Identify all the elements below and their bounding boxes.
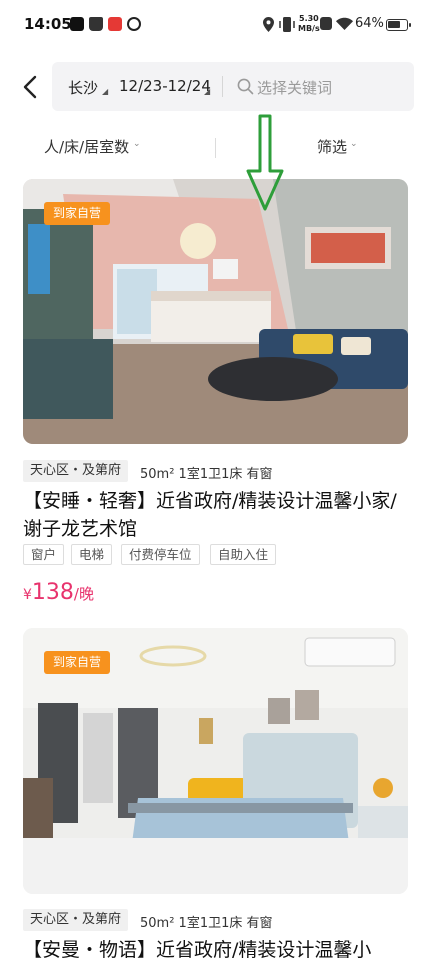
notification-icon (320, 17, 332, 30)
city-caret-icon: ◢ (102, 87, 109, 96)
date-selector[interactable]: 12/23-12/24 (119, 77, 211, 95)
listing-title[interactable]: 【安曼・物语】近省政府/精装设计温馨小 (23, 936, 413, 964)
vibrate-icon (279, 17, 295, 32)
price-unit: /晚 (73, 585, 94, 603)
price-currency: ¥ (23, 587, 32, 603)
room-meta: 50m² 1室1卫1床 有窗 (140, 916, 273, 931)
chevron-down-icon: ⌄ (350, 139, 358, 149)
browser-icon (127, 17, 141, 31)
feature-tag: 电梯 (71, 544, 113, 565)
video-app-icon (108, 17, 122, 31)
battery-icon (386, 19, 411, 31)
chevron-down-icon: ⌄ (133, 139, 141, 149)
wifi-icon (336, 17, 353, 30)
filter-guests-beds-rooms[interactable]: 人/床/居室数 (44, 136, 129, 157)
listing-photo[interactable]: 到家自营 (23, 179, 408, 444)
city-selector[interactable]: 长沙 (68, 77, 98, 98)
search-divider (222, 76, 223, 97)
date-caret-icon: ◢ (204, 87, 211, 96)
listing-photo[interactable]: 到家自营 (23, 628, 408, 894)
district-tag: 天心区・及第府 (23, 909, 129, 931)
listing-price: ¥138/晚 (23, 580, 94, 605)
annotation-arrow-icon (246, 114, 284, 211)
location-icon (263, 17, 274, 32)
search-icon (237, 78, 254, 95)
price-value: 138 (31, 580, 74, 605)
search-bar[interactable]: 长沙 ◢ 12/23-12/24 ◢ 选择关键词 (52, 62, 414, 111)
status-time: 14:05 (24, 15, 72, 33)
status-bar: 14:05 5.30 MB/s 64% (0, 0, 432, 52)
listing-title[interactable]: 【安睡・轻奢】近省政府/精装设计温馨小家/谢子龙艺术馆 (23, 487, 413, 543)
feature-tag: 付费停车位 (121, 544, 200, 565)
self-operated-badge: 到家自营 (44, 202, 111, 225)
room-meta: 50m² 1室1卫1床 有窗 (140, 467, 273, 482)
feature-tag: 自助入住 (210, 544, 277, 565)
keyword-input[interactable]: 选择关键词 (257, 77, 332, 98)
self-operated-badge: 到家自营 (44, 651, 111, 674)
crown-icon (89, 17, 103, 31)
district-tag: 天心区・及第府 (23, 460, 129, 482)
back-icon[interactable] (18, 74, 44, 100)
battery-percent: 64% (355, 16, 384, 31)
tiktok-icon (70, 17, 84, 31)
filter-divider (215, 138, 216, 158)
net-speed: 5.30 MB/s (298, 14, 320, 33)
feature-tag: 窗户 (23, 544, 65, 565)
filter-button[interactable]: 筛选 (317, 136, 347, 157)
